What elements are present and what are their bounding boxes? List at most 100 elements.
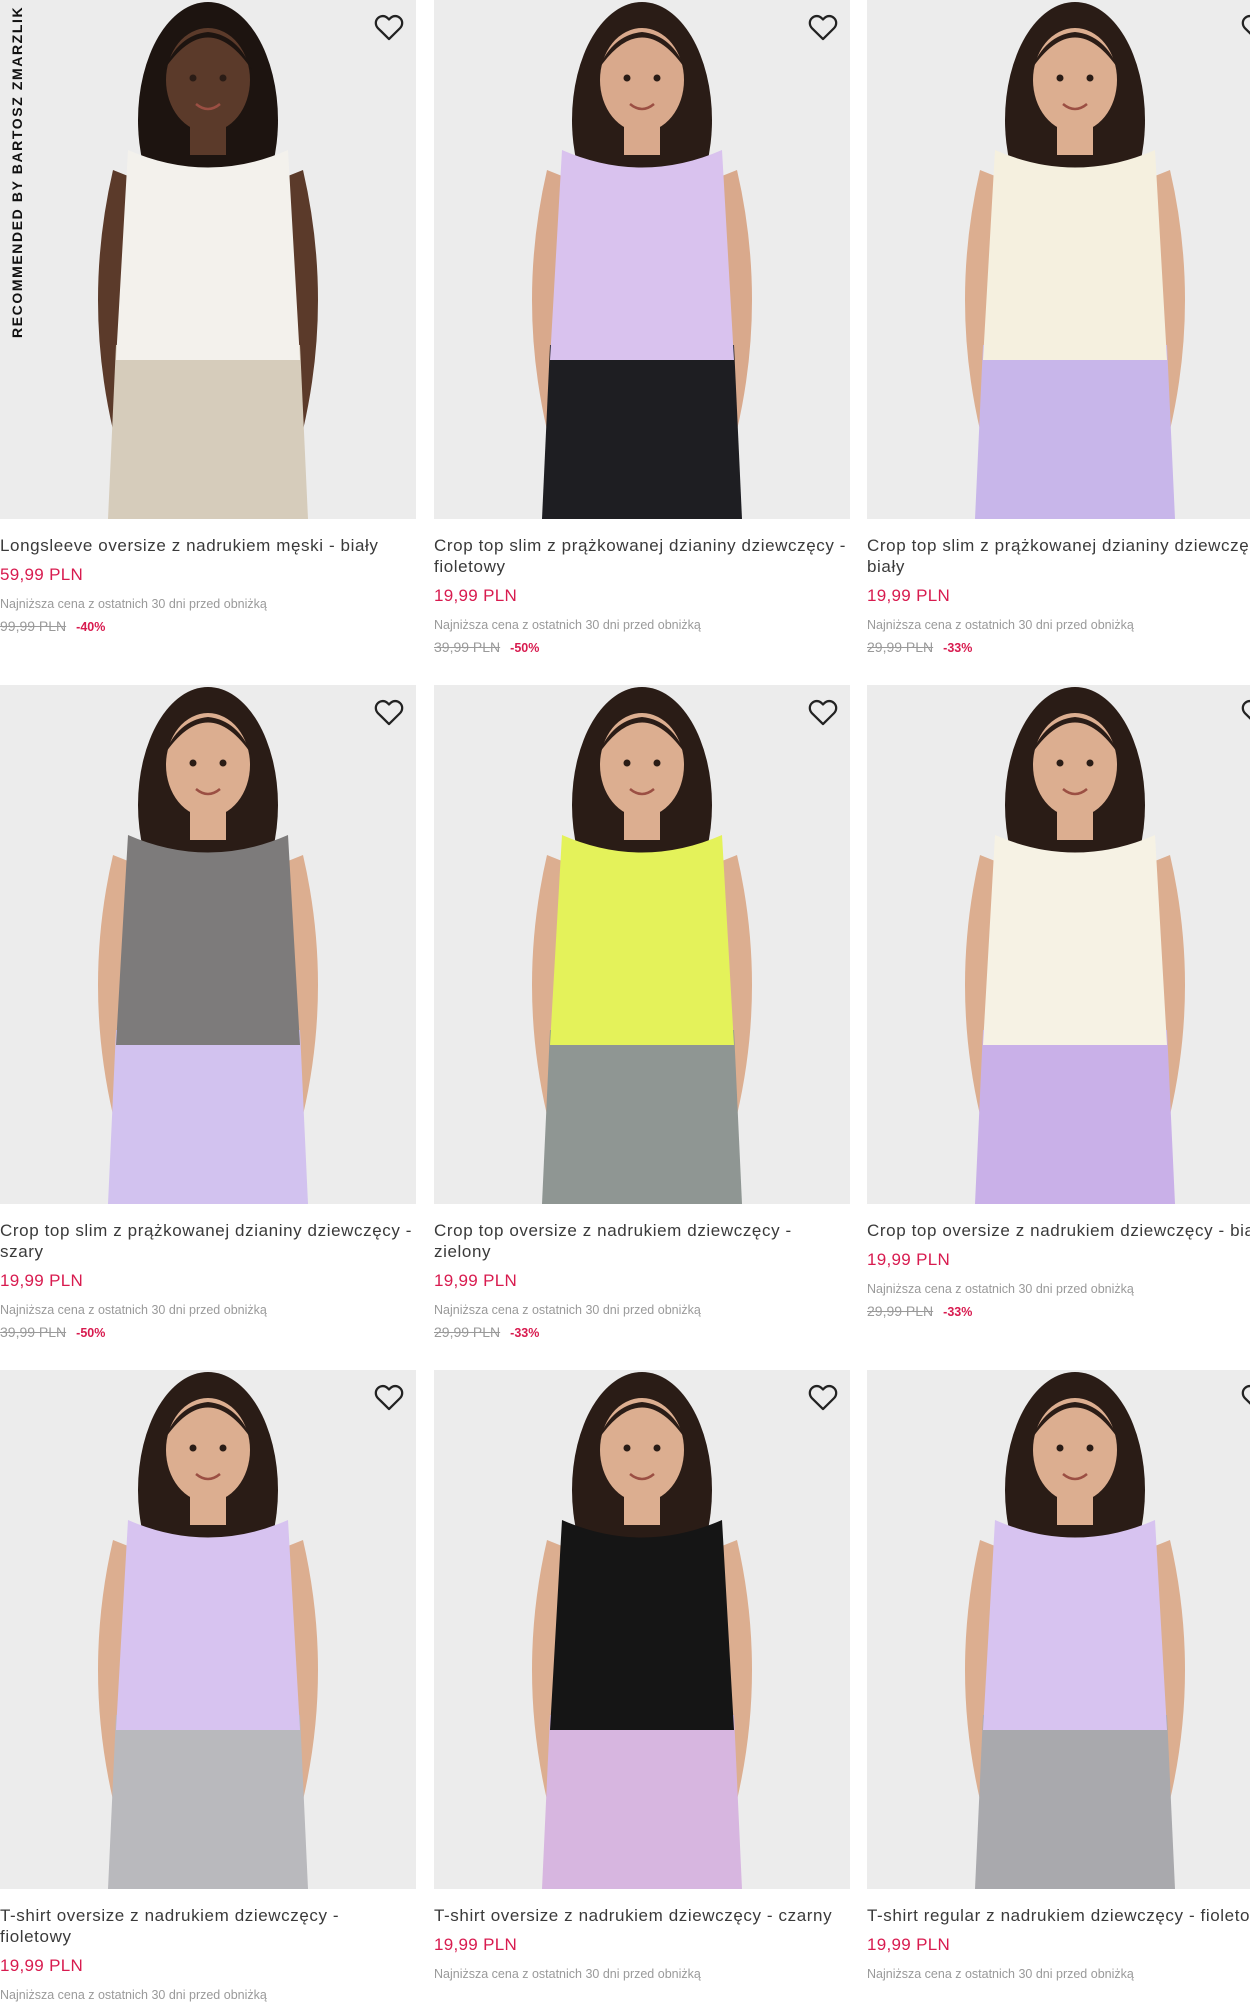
product-name[interactable]: Crop top slim z prążkowanej dzianiny dzi…: [0, 1220, 416, 1262]
favorite-heart-icon[interactable]: [1237, 8, 1250, 46]
product-photo-figure: [98, 2, 318, 519]
product-card[interactable]: RECOMMENDED BY BARTOSZ ZMARZLIK Longslee…: [0, 0, 416, 635]
lowest-price-note: Najniższa cena z ostatnich 30 dni przed …: [867, 1967, 1134, 1981]
favorite-heart-icon[interactable]: [804, 693, 842, 731]
favorite-heart-icon[interactable]: [370, 8, 408, 46]
product-image[interactable]: [0, 1370, 416, 1889]
product-image[interactable]: [867, 0, 1250, 519]
product-name[interactable]: T-shirt oversize z nadrukiem dziewczęcy …: [0, 1905, 416, 1947]
product-price: 19,99 PLN: [0, 1956, 84, 1975]
old-price: 29,99 PLN: [867, 1303, 934, 1319]
old-price-row: 39,99 PLN -50%: [0, 1324, 416, 1341]
model-face: [166, 1398, 250, 1502]
product-card[interactable]: Crop top slim z prążkowanej dzianiny dzi…: [0, 685, 416, 1341]
favorite-heart-icon[interactable]: [804, 8, 842, 46]
model-eye: [219, 74, 227, 82]
old-price-row: 29,99 PLN -33%: [434, 1324, 850, 1341]
old-price: 29,99 PLN: [867, 639, 934, 655]
product-card[interactable]: Crop top oversize z nadrukiem dziewczęcy…: [867, 685, 1250, 1320]
model-eye: [1086, 759, 1094, 767]
product-name[interactable]: Crop top slim z prążkowanej dzianiny dzi…: [434, 535, 850, 577]
model-shorts: [975, 1030, 1175, 1204]
model-top: [550, 1520, 734, 1730]
product-photo-figure: [532, 2, 752, 519]
product-card[interactable]: Crop top oversize z nadrukiem dziewczęcy…: [434, 685, 850, 1341]
product-price: 19,99 PLN: [867, 1935, 951, 1954]
product-photo-figure: [98, 687, 318, 1204]
model-top: [983, 1520, 1167, 1730]
model-shorts: [108, 1030, 308, 1204]
model-eye: [623, 759, 631, 767]
model-top: [983, 150, 1167, 360]
model-top: [116, 1520, 300, 1730]
old-price: 39,99 PLN: [0, 1324, 67, 1340]
product-price: 19,99 PLN: [867, 586, 951, 605]
model-shorts: [975, 345, 1175, 519]
model-face: [166, 713, 250, 817]
favorite-heart-icon[interactable]: [1237, 693, 1250, 731]
product-photo-figure: [98, 1372, 318, 1889]
old-price-row: 39,99 PLN -50%: [434, 639, 850, 656]
model-face: [1033, 28, 1117, 132]
lowest-price-note: Najniższa cena z ostatnich 30 dni przed …: [867, 1282, 1134, 1296]
model-face: [1033, 713, 1117, 817]
model-eye: [623, 74, 631, 82]
favorite-heart-icon[interactable]: [1237, 1378, 1250, 1416]
product-image[interactable]: [434, 1370, 850, 1889]
model-shorts: [108, 1715, 308, 1889]
discount-badge: -50%: [510, 641, 540, 655]
product-card[interactable]: T-shirt oversize z nadrukiem dziewczęcy …: [0, 1370, 416, 2003]
model-top: [116, 835, 300, 1045]
product-name[interactable]: Longsleeve oversize z nadrukiem męski - …: [0, 535, 416, 556]
product-photo-figure: [965, 1372, 1185, 1889]
product-image[interactable]: [434, 0, 850, 519]
lowest-price-note: Najniższa cena z ostatnich 30 dni przed …: [867, 618, 1134, 632]
lowest-price-note: Najniższa cena z ostatnich 30 dni przed …: [0, 1988, 267, 2002]
product-photo-figure: [965, 2, 1185, 519]
model-face: [600, 1398, 684, 1502]
product-name[interactable]: T-shirt oversize z nadrukiem dziewczęcy …: [434, 1905, 850, 1926]
model-eye: [189, 759, 197, 767]
discount-badge: -33%: [510, 1326, 540, 1340]
product-card[interactable]: Crop top slim z prążkowanej dzianiny dzi…: [867, 0, 1250, 656]
product-image[interactable]: RECOMMENDED BY BARTOSZ ZMARZLIK: [0, 0, 416, 519]
model-shorts: [542, 345, 742, 519]
product-card[interactable]: Crop top slim z prążkowanej dzianiny dzi…: [434, 0, 850, 656]
model-top: [550, 835, 734, 1045]
model-shorts: [542, 1715, 742, 1889]
product-name[interactable]: Crop top slim z prążkowanej dzianiny dzi…: [867, 535, 1250, 577]
discount-badge: -50%: [76, 1326, 106, 1340]
model-eye: [1056, 1444, 1064, 1452]
model-eye: [1056, 759, 1064, 767]
product-image[interactable]: [434, 685, 850, 1204]
favorite-heart-icon[interactable]: [370, 1378, 408, 1416]
product-price: 19,99 PLN: [0, 1271, 84, 1290]
favorite-heart-icon[interactable]: [370, 693, 408, 731]
product-photo-figure: [532, 1372, 752, 1889]
product-name[interactable]: Crop top oversize z nadrukiem dziewczęcy…: [434, 1220, 850, 1262]
model-top: [983, 835, 1167, 1045]
lowest-price-note: Najniższa cena z ostatnich 30 dni przed …: [434, 1967, 701, 1981]
product-photo-figure: [532, 687, 752, 1204]
old-price: 29,99 PLN: [434, 1324, 501, 1340]
model-eye: [653, 759, 661, 767]
model-eye: [189, 1444, 197, 1452]
product-image[interactable]: [867, 1370, 1250, 1889]
discount-badge: -33%: [943, 641, 973, 655]
product-price: 19,99 PLN: [867, 1250, 951, 1269]
product-card[interactable]: T-shirt regular z nadrukiem dziewczęcy -…: [867, 1370, 1250, 1982]
product-name[interactable]: Crop top oversize z nadrukiem dziewczęcy…: [867, 1220, 1250, 1241]
lowest-price-note: Najniższa cena z ostatnich 30 dni przed …: [434, 1303, 701, 1317]
model-shorts: [975, 1715, 1175, 1889]
model-eye: [1056, 74, 1064, 82]
product-image[interactable]: [867, 685, 1250, 1204]
discount-badge: -40%: [76, 620, 106, 634]
model-eye: [189, 74, 197, 82]
model-top: [116, 150, 300, 360]
product-image[interactable]: [0, 685, 416, 1204]
product-photo-figure: [965, 687, 1185, 1204]
favorite-heart-icon[interactable]: [804, 1378, 842, 1416]
old-price-row: 99,99 PLN -40%: [0, 618, 416, 635]
product-name[interactable]: T-shirt regular z nadrukiem dziewczęcy -…: [867, 1905, 1250, 1926]
product-card[interactable]: T-shirt oversize z nadrukiem dziewczęcy …: [434, 1370, 850, 1982]
